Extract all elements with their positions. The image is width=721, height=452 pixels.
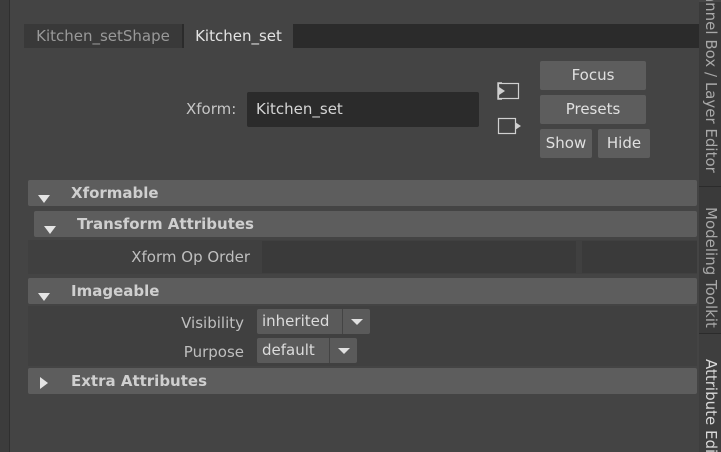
triangle-down-icon [44,220,56,238]
attribute-editor-window: Kitchen_setShape Kitchen_set Xform: Kitc… [0,0,721,452]
visibility-value: inherited [262,312,330,330]
xform-name-field[interactable]: Kitchen_set [247,92,479,127]
xform-op-order-label: Xform Op Order [131,248,250,266]
side-tab-channel-box[interactable]: Channel Box / Layer Editor [699,0,721,185]
section-transform-attributes-header[interactable]: Transform Attributes [34,211,697,237]
side-tab-strip: Channel Box / Layer Editor Modeling Tool… [699,0,721,452]
triangle-right-icon [40,375,48,393]
tab-kitchen-set[interactable]: Kitchen_set [184,24,293,48]
purpose-value: default [262,341,315,359]
section-xformable-title: Xformable [71,184,159,202]
side-tab-channel-box-label: Channel Box / Layer Editor [702,0,720,173]
presets-button[interactable]: Presets [540,95,646,124]
purpose-label: Purpose [183,343,244,361]
xform-op-order-field[interactable] [262,241,576,273]
purpose-dropdown[interactable]: default [257,338,357,363]
section-imageable-header[interactable]: Imageable [28,278,697,304]
section-imageable-title: Imageable [71,282,160,300]
side-tab-modeling-toolkit-label: Modeling Toolkit [702,207,720,328]
left-panel-edge [0,0,10,452]
chevron-down-icon [342,309,370,334]
side-tab-modeling-toolkit[interactable]: Modeling Toolkit [699,186,721,332]
paste-tab-icon[interactable] [496,115,522,137]
section-transform-attributes-title: Transform Attributes [77,215,254,233]
focus-button[interactable]: Focus [540,61,646,90]
section-extra-attributes-title: Extra Attributes [71,372,208,390]
copy-tab-icon[interactable] [496,80,522,102]
side-tab-attribute-editor-label: Attribute Editor [702,359,720,452]
tab-kitchen-setshape[interactable]: Kitchen_setShape [24,24,182,48]
chevron-down-icon [329,338,357,363]
section-xformable-header[interactable]: Xformable [28,180,697,206]
triangle-down-icon [38,189,50,207]
node-tabs-bar: Kitchen_setShape Kitchen_set [24,24,700,48]
visibility-label: Visibility [181,314,244,332]
visibility-dropdown[interactable]: inherited [257,309,370,334]
side-tab-attribute-editor[interactable]: Attribute Editor [699,333,721,452]
hide-button[interactable]: Hide [598,129,650,158]
xform-label: Xform: [186,100,237,118]
xform-op-order-extra-field[interactable] [582,241,697,273]
section-extra-attributes-header[interactable]: Extra Attributes [28,368,697,394]
triangle-down-icon [38,287,50,305]
show-button[interactable]: Show [540,129,592,158]
